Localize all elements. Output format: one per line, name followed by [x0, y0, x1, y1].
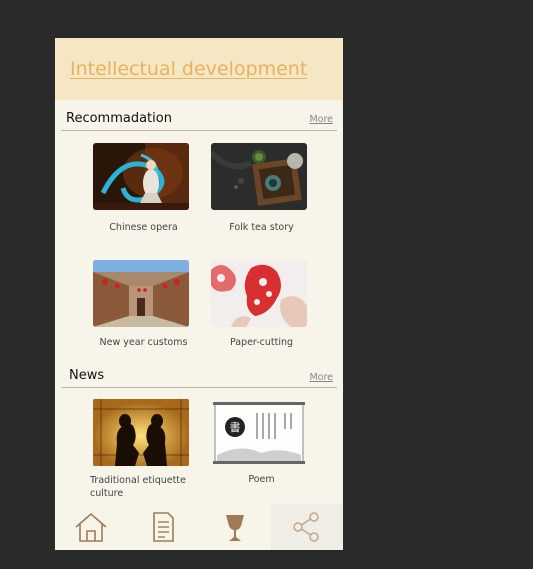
card-caption: Poem	[248, 474, 275, 485]
news-more-link[interactable]: More	[309, 372, 333, 383]
tab-culture[interactable]	[199, 504, 271, 550]
bottom-tab-bar	[55, 504, 343, 550]
news-title: News	[69, 368, 105, 383]
tab-home[interactable]	[55, 504, 127, 550]
calligraphy-scroll-image: 書	[211, 399, 307, 466]
share-icon	[293, 512, 319, 542]
opera-performer-image	[93, 143, 189, 210]
courtyard-lanterns-image	[93, 260, 189, 327]
news-section-header: News More	[61, 367, 337, 388]
recommendation-title: Recommadation	[66, 111, 172, 126]
phone-screen: Intellectual development Recommadation M…	[55, 38, 343, 550]
tab-documents[interactable]	[127, 504, 199, 550]
document-icon	[153, 512, 174, 542]
goblet-icon	[226, 515, 244, 541]
svg-text:書: 書	[230, 420, 241, 434]
card-caption: Folk tea story	[229, 222, 294, 233]
card-caption: Chinese opera	[109, 222, 178, 233]
etiquette-silhouette-image	[93, 399, 189, 466]
tea-set-image	[211, 143, 307, 210]
paper-cutting-image	[211, 260, 307, 327]
card-caption: Paper-cutting	[229, 337, 294, 348]
page-title: Intellectual development	[70, 58, 308, 80]
app-header: Intellectual development	[55, 38, 343, 100]
card-caption: Traditional etiquette culture	[90, 475, 186, 499]
recommendation-more-link[interactable]: More	[309, 114, 333, 125]
recommendation-section-header: Recommadation More	[61, 110, 337, 131]
tab-share[interactable]	[271, 504, 343, 550]
home-icon	[75, 512, 107, 542]
card-caption: New year customs	[99, 337, 188, 348]
